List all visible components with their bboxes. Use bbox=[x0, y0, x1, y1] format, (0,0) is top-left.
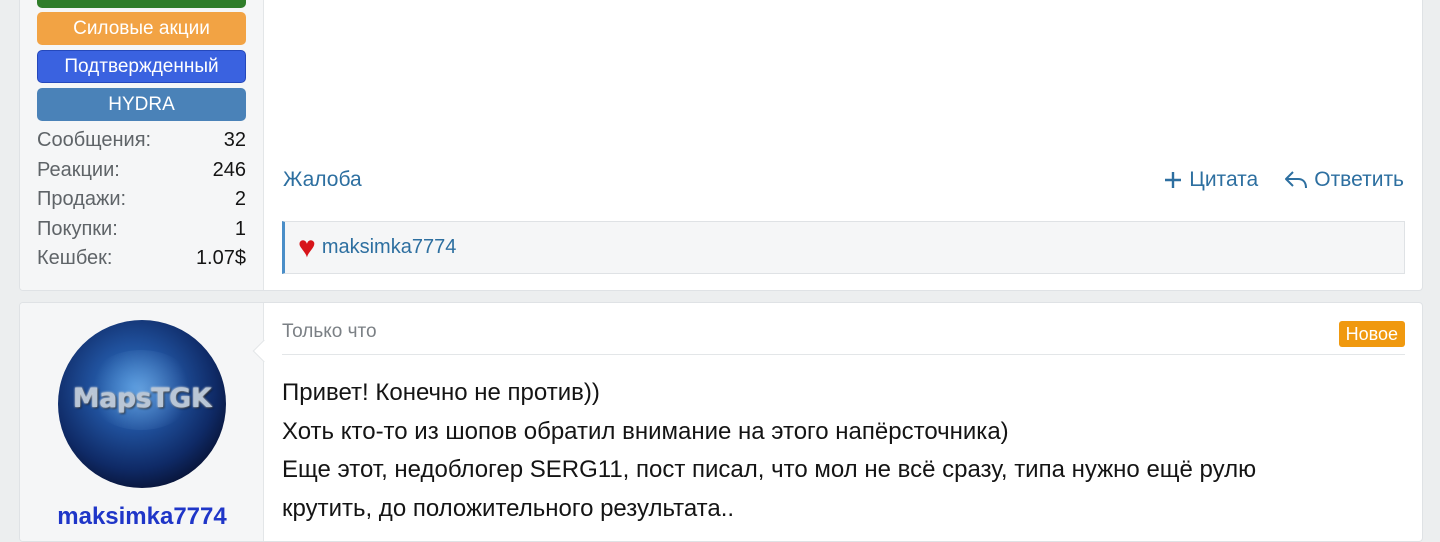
stat-key: Продажи: bbox=[37, 188, 127, 210]
reply-button[interactable]: Ответить bbox=[1284, 165, 1404, 195]
quote-button[interactable]: Цитата bbox=[1163, 165, 1258, 195]
avatar-image: MapsTGK bbox=[58, 320, 226, 488]
user-info-column: Силовые акции Подтвержденный HYDRA Сообщ… bbox=[20, 0, 264, 290]
stat-reactions: Реакции: 246 bbox=[37, 156, 246, 186]
post-header: Только что Новое bbox=[282, 319, 1405, 355]
post-actions-right: Цитата Ответить bbox=[1163, 165, 1404, 195]
stat-purchases: Покупки: 1 bbox=[37, 215, 246, 245]
user-stats: Сообщения: 32 Реакции: 246 Продажи: 2 По… bbox=[37, 126, 246, 274]
post-previous: Силовые акции Подтвержденный HYDRA Сообщ… bbox=[19, 0, 1423, 291]
user-banner-power-actions: Силовые акции bbox=[37, 12, 246, 45]
quote-label: Цитата bbox=[1189, 168, 1259, 191]
post-line: Хоть кто-то из шопов обратил внимание на… bbox=[282, 417, 1009, 445]
stat-cashback: Кешбек: 1.07$ bbox=[37, 244, 246, 274]
new-badge: Новое bbox=[1338, 321, 1405, 347]
stat-value: 2 bbox=[234, 188, 246, 210]
stat-value: 1 bbox=[234, 217, 246, 240]
stat-sales: Продажи: 2 bbox=[37, 185, 246, 215]
post-current: MapsTGK maksimka7774 Только что Новое Пр… bbox=[19, 302, 1423, 542]
avatar[interactable]: MapsTGK bbox=[58, 320, 226, 488]
stat-value: 246 bbox=[212, 158, 246, 181]
reactions-bar: ♥ maksimka7774 bbox=[282, 221, 1405, 274]
stat-key: Покупки: bbox=[37, 217, 118, 240]
username-link[interactable]: maksimka7774 bbox=[20, 503, 264, 531]
stat-value: 1.07$ bbox=[195, 247, 246, 269]
user-banner-verified: Подтвержденный bbox=[37, 50, 246, 83]
stat-key: Кешбек: bbox=[37, 247, 113, 269]
avatar-logo-text: MapsTGK bbox=[72, 383, 212, 414]
reply-icon bbox=[1284, 169, 1308, 191]
post-timestamp[interactable]: Только что bbox=[282, 321, 377, 343]
report-link[interactable]: Жалоба bbox=[283, 165, 362, 195]
post-actions-bar: Жалоба Цитата Ответить bbox=[283, 165, 1404, 195]
user-info-column: MapsTGK maksimka7774 bbox=[20, 303, 264, 541]
plus-icon bbox=[1163, 170, 1183, 190]
stat-key: Сообщения: bbox=[37, 129, 152, 151]
post-body: Привет! Конечно не против)) Хоть кто-то … bbox=[282, 374, 1362, 528]
user-banner-hydra: HYDRA bbox=[37, 88, 246, 121]
reaction-user-link[interactable]: maksimka7774 bbox=[322, 236, 457, 259]
post-line: Еще этот, недоблогер SERG11, пост писал,… bbox=[282, 456, 1257, 483]
heart-icon: ♥ bbox=[298, 230, 316, 264]
post-line: Привет! Конечно не против)) bbox=[282, 379, 600, 406]
reply-label: Ответить bbox=[1314, 168, 1404, 191]
stat-key: Реакции: bbox=[37, 158, 120, 181]
user-banner-green bbox=[37, 0, 246, 8]
stat-value: 32 bbox=[223, 129, 246, 151]
post-line: крутить, до положительного результата.. bbox=[282, 494, 735, 522]
stat-messages: Сообщения: 32 bbox=[37, 126, 246, 156]
